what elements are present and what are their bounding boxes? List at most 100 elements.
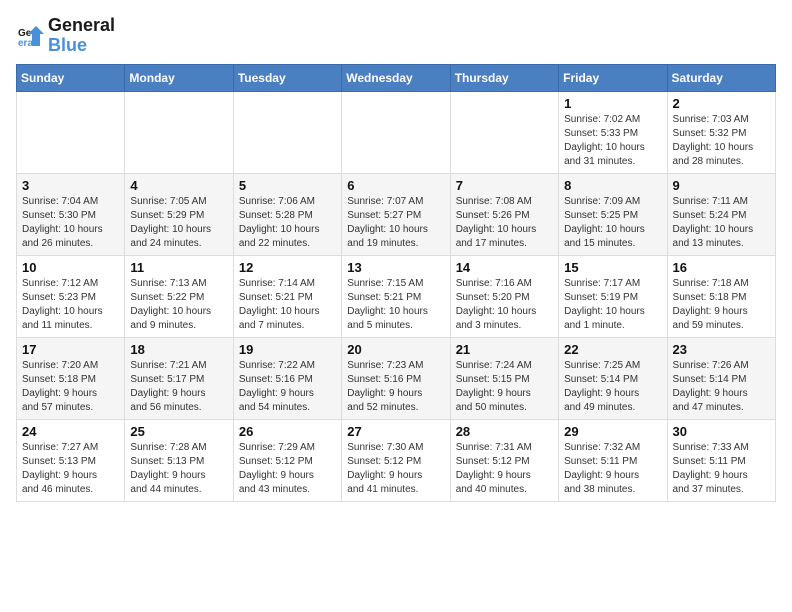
day-info: Sunrise: 7:14 AM Sunset: 5:21 PM Dayligh…: [239, 277, 336, 333]
calendar-cell: 8Sunrise: 7:09 AM Sunset: 5:25 PM Daylig…: [559, 173, 667, 255]
day-number: 9: [673, 178, 770, 193]
day-number: 11: [130, 260, 227, 275]
calendar-cell: 5 Sunrise: 7:06 AM Sunset: 5:28 PM Daylig…: [233, 173, 341, 255]
calendar-cell: 25Sunrise: 7:28 AM Sunset: 5:13 PM Dayli…: [125, 419, 233, 501]
day-info: Sunrise: 7:23 AM Sunset: 5:16 PM Dayligh…: [347, 359, 444, 415]
calendar-week-2: 3 Sunrise: 7:04 AM Sunset: 5:30 PM Daylig…: [17, 173, 776, 255]
day-info: Sunrise: 7:13 AM Sunset: 5:22 PM Dayligh…: [130, 277, 227, 333]
logo-icon: Gen eral: [16, 22, 44, 50]
calendar-cell: 22Sunrise: 7:25 AM Sunset: 5:14 PM Dayli…: [559, 337, 667, 419]
day-number: 6: [347, 178, 444, 193]
calendar-week-5: 24Sunrise: 7:27 AM Sunset: 5:13 PM Dayli…: [17, 419, 776, 501]
day-number: 16: [673, 260, 770, 275]
day-info: Sunrise: 7:04 AM Sunset: 5:30 PM Dayligh…: [22, 195, 119, 251]
calendar-cell: [342, 91, 450, 173]
day-info: Sunrise: 7:08 AM Sunset: 5:26 PM Dayligh…: [456, 195, 553, 251]
calendar-cell: 7 Sunrise: 7:08 AM Sunset: 5:26 PM Daylig…: [450, 173, 558, 255]
day-number: 5: [239, 178, 336, 193]
day-number: 28: [456, 424, 553, 439]
calendar-cell: 2 Sunrise: 7:03 AM Sunset: 5:32 PM Daylig…: [667, 91, 775, 173]
calendar-cell: 12Sunrise: 7:14 AM Sunset: 5:21 PM Dayli…: [233, 255, 341, 337]
day-info: Sunrise: 7:24 AM Sunset: 5:15 PM Dayligh…: [456, 359, 553, 415]
day-info: Sunrise: 7:05 AM Sunset: 5:29 PM Dayligh…: [130, 195, 227, 251]
calendar-cell: 30 Sunrise: 7:33 AM Sunset: 5:11 PM Dayli…: [667, 419, 775, 501]
logo: Gen eral GeneralBlue: [16, 16, 115, 56]
day-info: Sunrise: 7:22 AM Sunset: 5:16 PM Dayligh…: [239, 359, 336, 415]
col-header-friday: Friday: [559, 64, 667, 91]
day-number: 14: [456, 260, 553, 275]
calendar-cell: 28 Sunrise: 7:31 AM Sunset: 5:12 PM Dayli…: [450, 419, 558, 501]
day-number: 3: [22, 178, 119, 193]
day-number: 25: [130, 424, 227, 439]
calendar-cell: 6 Sunrise: 7:07 AM Sunset: 5:27 PM Daylig…: [342, 173, 450, 255]
day-number: 8: [564, 178, 661, 193]
day-info: Sunrise: 7:11 AM Sunset: 5:24 PM Dayligh…: [673, 195, 770, 251]
calendar-table: SundayMondayTuesdayWednesdayThursdayFrid…: [16, 64, 776, 502]
col-header-sunday: Sunday: [17, 64, 125, 91]
calendar-cell: [233, 91, 341, 173]
day-info: Sunrise: 7:26 AM Sunset: 5:14 PM Dayligh…: [673, 359, 770, 415]
calendar-cell: 24Sunrise: 7:27 AM Sunset: 5:13 PM Dayli…: [17, 419, 125, 501]
day-number: 7: [456, 178, 553, 193]
calendar-cell: 14 Sunrise: 7:16 AM Sunset: 5:20 PM Dayli…: [450, 255, 558, 337]
day-info: Sunrise: 7:12 AM Sunset: 5:23 PM Dayligh…: [22, 277, 119, 333]
calendar-week-1: 1 Sunrise: 7:02 AM Sunset: 5:33 PM Daylig…: [17, 91, 776, 173]
day-info: Sunrise: 7:21 AM Sunset: 5:17 PM Dayligh…: [130, 359, 227, 415]
calendar-cell: [125, 91, 233, 173]
day-number: 10: [22, 260, 119, 275]
calendar-cell: 20Sunrise: 7:23 AM Sunset: 5:16 PM Dayli…: [342, 337, 450, 419]
calendar-cell: 11 Sunrise: 7:13 AM Sunset: 5:22 PM Dayli…: [125, 255, 233, 337]
calendar-cell: [450, 91, 558, 173]
page-header: Gen eral GeneralBlue: [16, 16, 776, 56]
calendar-cell: 9 Sunrise: 7:11 AM Sunset: 5:24 PM Daylig…: [667, 173, 775, 255]
col-header-wednesday: Wednesday: [342, 64, 450, 91]
day-info: Sunrise: 7:25 AM Sunset: 5:14 PM Dayligh…: [564, 359, 661, 415]
day-info: Sunrise: 7:07 AM Sunset: 5:27 PM Dayligh…: [347, 195, 444, 251]
day-info: Sunrise: 7:15 AM Sunset: 5:21 PM Dayligh…: [347, 277, 444, 333]
calendar-cell: 10 Sunrise: 7:12 AM Sunset: 5:23 PM Dayli…: [17, 255, 125, 337]
day-info: Sunrise: 7:33 AM Sunset: 5:11 PM Dayligh…: [673, 441, 770, 497]
day-number: 15: [564, 260, 661, 275]
calendar-cell: 26 Sunrise: 7:29 AM Sunset: 5:12 PM Dayli…: [233, 419, 341, 501]
day-number: 13: [347, 260, 444, 275]
day-info: Sunrise: 7:18 AM Sunset: 5:18 PM Dayligh…: [673, 277, 770, 333]
day-number: 19: [239, 342, 336, 357]
day-info: Sunrise: 7:03 AM Sunset: 5:32 PM Dayligh…: [673, 113, 770, 169]
day-number: 30: [673, 424, 770, 439]
calendar-week-4: 17Sunrise: 7:20 AM Sunset: 5:18 PM Dayli…: [17, 337, 776, 419]
calendar-cell: 19 Sunrise: 7:22 AM Sunset: 5:16 PM Dayli…: [233, 337, 341, 419]
logo-text: GeneralBlue: [48, 16, 115, 56]
day-info: Sunrise: 7:31 AM Sunset: 5:12 PM Dayligh…: [456, 441, 553, 497]
day-info: Sunrise: 7:32 AM Sunset: 5:11 PM Dayligh…: [564, 441, 661, 497]
calendar-cell: 15 Sunrise: 7:17 AM Sunset: 5:19 PM Dayli…: [559, 255, 667, 337]
calendar-cell: 17Sunrise: 7:20 AM Sunset: 5:18 PM Dayli…: [17, 337, 125, 419]
day-number: 26: [239, 424, 336, 439]
col-header-saturday: Saturday: [667, 64, 775, 91]
day-number: 27: [347, 424, 444, 439]
day-info: Sunrise: 7:06 AM Sunset: 5:28 PM Dayligh…: [239, 195, 336, 251]
calendar-cell: 23Sunrise: 7:26 AM Sunset: 5:14 PM Dayli…: [667, 337, 775, 419]
col-header-tuesday: Tuesday: [233, 64, 341, 91]
day-number: 29: [564, 424, 661, 439]
calendar-cell: 29 Sunrise: 7:32 AM Sunset: 5:11 PM Dayli…: [559, 419, 667, 501]
calendar-week-3: 10 Sunrise: 7:12 AM Sunset: 5:23 PM Dayli…: [17, 255, 776, 337]
day-number: 1: [564, 96, 661, 111]
calendar-cell: 4 Sunrise: 7:05 AM Sunset: 5:29 PM Daylig…: [125, 173, 233, 255]
calendar-cell: [17, 91, 125, 173]
day-info: Sunrise: 7:29 AM Sunset: 5:12 PM Dayligh…: [239, 441, 336, 497]
calendar-cell: 13 Sunrise: 7:15 AM Sunset: 5:21 PM Dayli…: [342, 255, 450, 337]
day-info: Sunrise: 7:27 AM Sunset: 5:13 PM Dayligh…: [22, 441, 119, 497]
day-number: 21: [456, 342, 553, 357]
calendar-cell: 18 Sunrise: 7:21 AM Sunset: 5:17 PM Dayli…: [125, 337, 233, 419]
day-info: Sunrise: 7:16 AM Sunset: 5:20 PM Dayligh…: [456, 277, 553, 333]
day-info: Sunrise: 7:20 AM Sunset: 5:18 PM Dayligh…: [22, 359, 119, 415]
day-number: 18: [130, 342, 227, 357]
day-number: 4: [130, 178, 227, 193]
calendar-cell: 27Sunrise: 7:30 AM Sunset: 5:12 PM Dayli…: [342, 419, 450, 501]
calendar-cell: 16 Sunrise: 7:18 AM Sunset: 5:18 PM Dayli…: [667, 255, 775, 337]
col-header-thursday: Thursday: [450, 64, 558, 91]
calendar-cell: 3 Sunrise: 7:04 AM Sunset: 5:30 PM Daylig…: [17, 173, 125, 255]
day-info: Sunrise: 7:17 AM Sunset: 5:19 PM Dayligh…: [564, 277, 661, 333]
day-number: 2: [673, 96, 770, 111]
day-info: Sunrise: 7:02 AM Sunset: 5:33 PM Dayligh…: [564, 113, 661, 169]
